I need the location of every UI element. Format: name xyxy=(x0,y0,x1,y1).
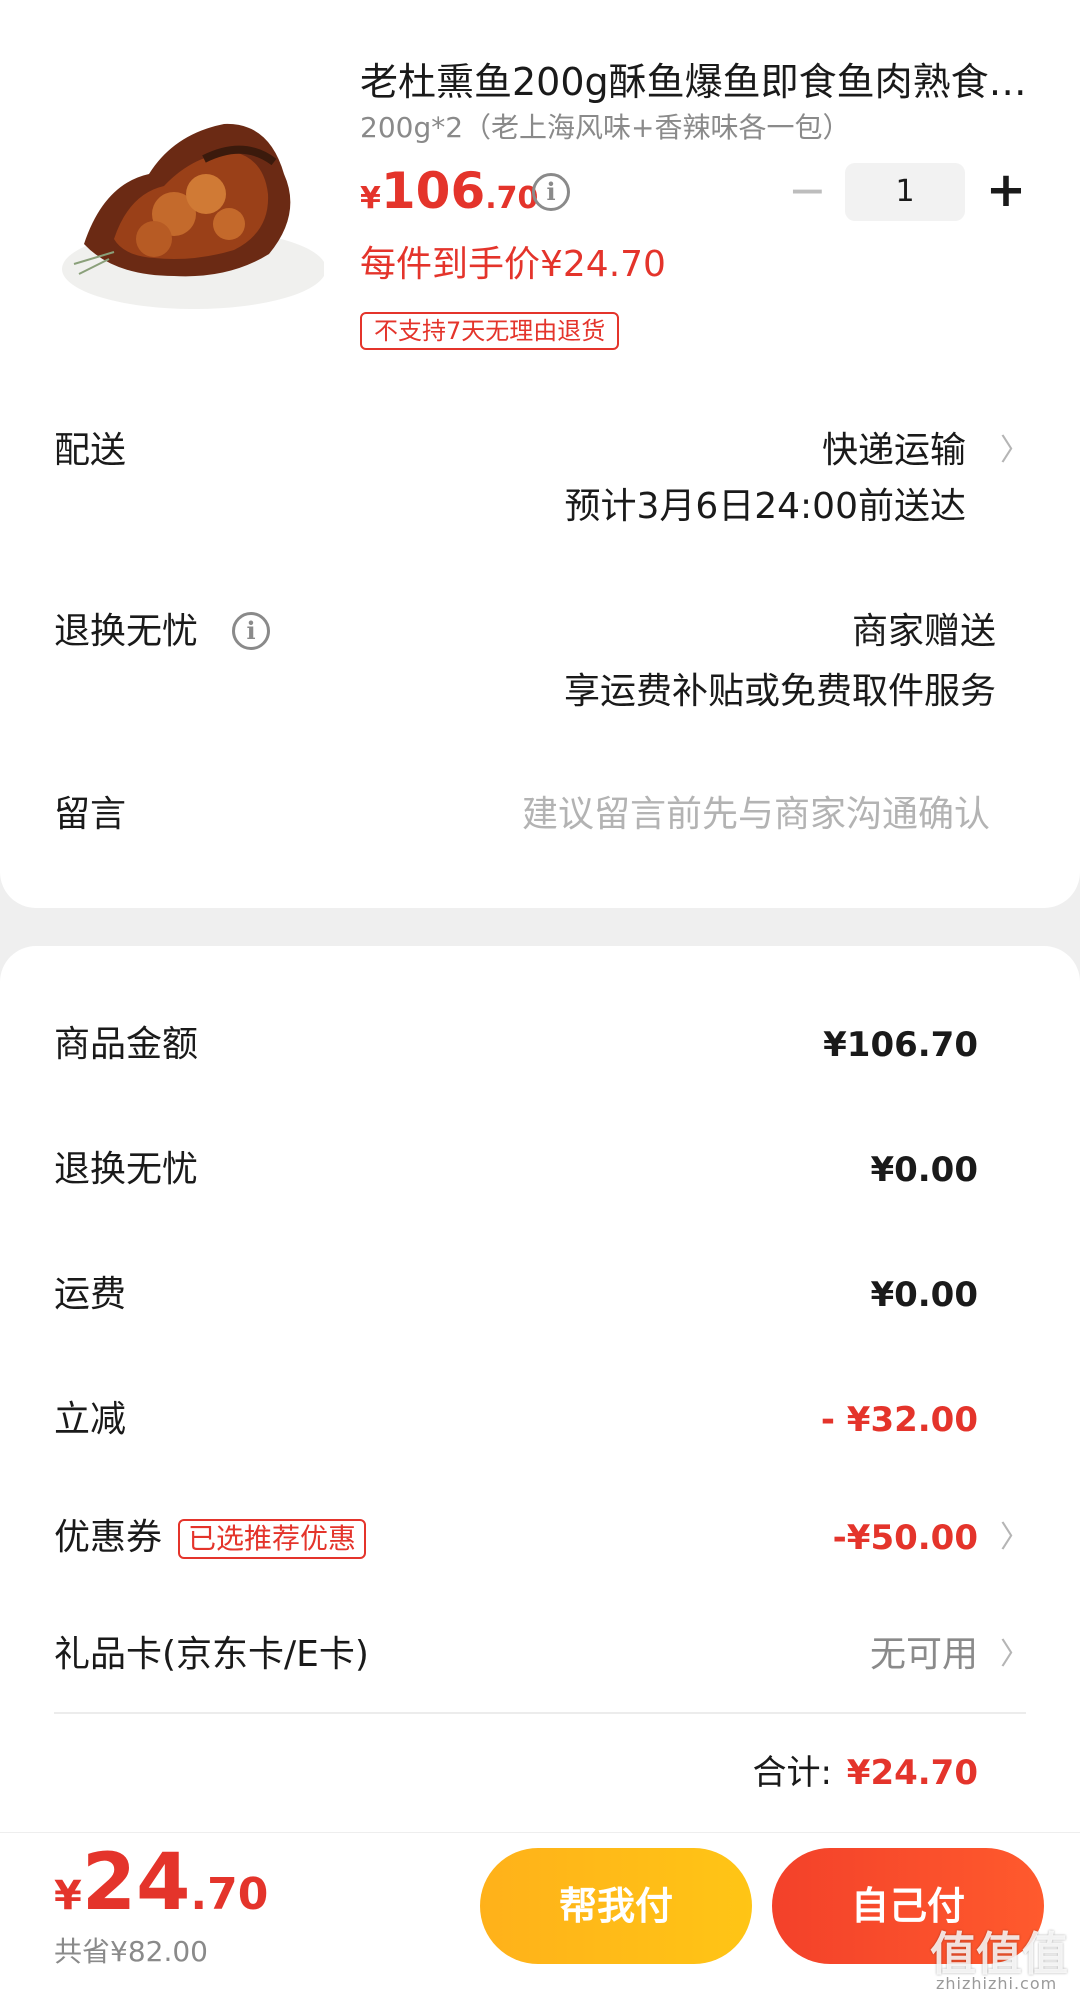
return-service-label: 退换无忧 xyxy=(54,611,199,652)
chevron-right-icon[interactable]: 〉 xyxy=(1000,1635,1030,1675)
coupon-value[interactable]: -¥50.00 xyxy=(833,1513,978,1563)
delivery-label: 配送 xyxy=(54,430,127,471)
unit-final-price: 每件到手价¥24.70 xyxy=(360,244,666,285)
coupon-row[interactable]: 优惠券 已选推荐优惠 xyxy=(54,1513,367,1563)
quantity-minus-button[interactable]: − xyxy=(788,167,827,214)
price-integer: 106 xyxy=(380,162,486,220)
footer-total-decimal: .70 xyxy=(190,1869,269,1920)
chevron-right-icon[interactable]: 〉 xyxy=(1000,1518,1030,1558)
quantity-plus-button[interactable]: + xyxy=(984,162,1028,222)
info-icon[interactable]: i xyxy=(232,612,270,650)
coupon-label: 优惠券 xyxy=(54,1517,163,1558)
delivery-method[interactable]: 快递运输 xyxy=(822,426,966,476)
return-service-desc: 享运费补贴或免费取件服务 xyxy=(563,671,996,712)
total-label: 合计: xyxy=(752,1753,832,1793)
shipping-fee-value: ¥0.00 xyxy=(870,1275,978,1315)
shipping-fee-label: 运费 xyxy=(54,1274,127,1315)
delivery-eta: 预计3月6日24:00前送达 xyxy=(564,486,966,527)
coupon-recommended-tag: 已选推荐优惠 xyxy=(178,1519,367,1559)
goods-amount-value: ¥106.70 xyxy=(823,1025,978,1065)
instant-discount-label: 立减 xyxy=(54,1399,127,1440)
total-value: ¥24.70 xyxy=(846,1753,978,1793)
gift-card-value[interactable]: 无可用 xyxy=(870,1630,978,1680)
product-title[interactable]: 老杜熏鱼200g酥鱼爆鱼即食鱼肉熟食… xyxy=(360,54,1030,110)
watermark-url: zhizhizhi.com xyxy=(936,1974,1058,1993)
saved-amount: 共省¥82.00 xyxy=(54,1935,208,1968)
return-fee-label: 退换无忧 xyxy=(54,1149,199,1190)
no-return-tag: 不支持7天无理由退货 xyxy=(360,312,620,350)
price-decimal: .70 xyxy=(485,181,539,216)
chevron-right-icon[interactable]: 〉 xyxy=(1000,431,1030,471)
footer-currency: ¥ xyxy=(54,1873,82,1919)
quantity-input[interactable]: 1 xyxy=(845,163,965,221)
goods-amount-label: 商品金额 xyxy=(54,1024,199,1065)
footer-total: ¥24.70 xyxy=(54,1838,268,1928)
product-image[interactable] xyxy=(54,64,324,322)
footer-total-integer: 24 xyxy=(81,1838,191,1928)
instant-discount-value: - ¥32.00 xyxy=(820,1400,978,1440)
price-currency: ¥ xyxy=(360,181,381,216)
message-label: 留言 xyxy=(54,794,127,835)
divider xyxy=(54,1712,1026,1714)
return-service-value: 商家赠送 xyxy=(851,611,996,652)
gift-card-label: 礼品卡(京东卡/E卡) xyxy=(54,1634,369,1675)
return-fee-value: ¥0.00 xyxy=(870,1150,978,1190)
message-input[interactable]: 建议留言前先与商家沟通确认 xyxy=(522,790,990,840)
product-price: ¥106.70 xyxy=(360,162,538,220)
info-icon[interactable]: i xyxy=(532,173,570,211)
product-spec[interactable]: 200g*2（老上海风味+香辣味各一包） xyxy=(360,108,851,148)
help-me-pay-button[interactable]: 帮我付 xyxy=(480,1848,752,1964)
